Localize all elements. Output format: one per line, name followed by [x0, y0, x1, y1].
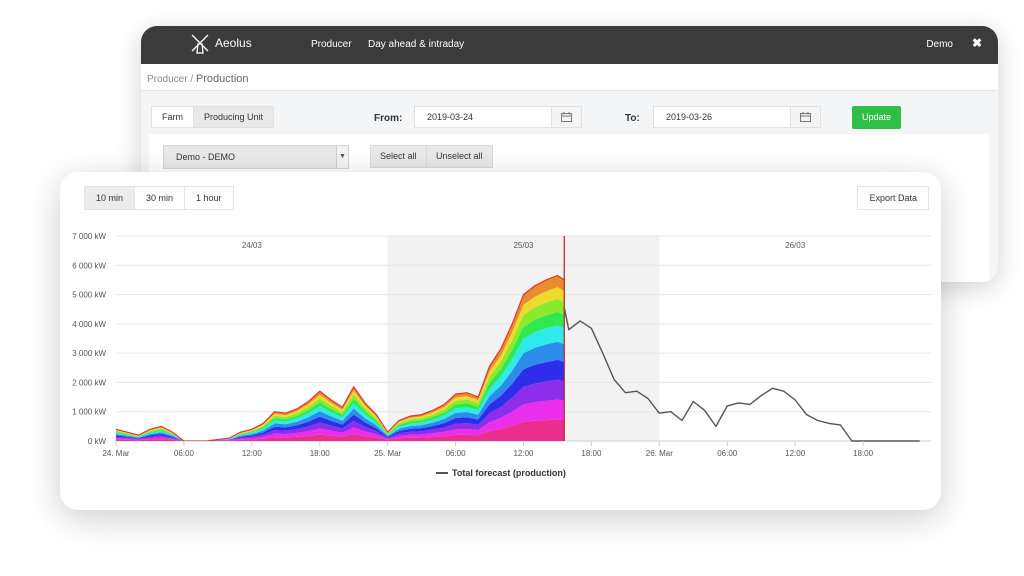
to-date-value: 2019-03-26: [666, 112, 713, 122]
x-tick-label: 12:00: [513, 449, 534, 458]
tab-producing-unit[interactable]: Producing Unit: [194, 107, 274, 127]
y-tick-label: 3 000 kW: [72, 349, 106, 358]
y-tick-label: 5 000 kW: [72, 291, 106, 300]
to-date-input[interactable]: 2019-03-26: [653, 106, 821, 128]
view-toggle: Farm Producing Unit: [151, 106, 275, 128]
from-date-value: 2019-03-24: [427, 112, 474, 122]
day-label: 24/03: [242, 241, 263, 250]
legend-item-total-forecast[interactable]: Total forecast (production): [452, 468, 566, 478]
x-tick-label: 06:00: [717, 449, 738, 458]
top-nav: Aeolus Producer Day ahead & intraday Dem…: [141, 26, 998, 64]
y-tick-label: 1 000 kW: [72, 408, 106, 417]
unselect-all-button[interactable]: Unselect all: [426, 145, 493, 168]
x-tick-label: 24. Mar: [102, 449, 129, 458]
y-tick-label: 0 kW: [88, 437, 107, 446]
unit-select[interactable]: Demo - DEMO ▼: [163, 145, 349, 169]
day-label: 26/03: [785, 241, 806, 250]
y-tick-label: 2 000 kW: [72, 378, 106, 387]
update-button[interactable]: Update: [852, 106, 901, 129]
breadcrumb: Producer / Production: [147, 73, 249, 85]
chevron-down-icon[interactable]: ▼: [336, 146, 348, 168]
x-tick-label: 18:00: [310, 449, 331, 458]
x-tick-label: 12:00: [242, 449, 263, 458]
breadcrumb-parent[interactable]: Producer: [147, 74, 188, 85]
calendar-icon[interactable]: [790, 107, 820, 127]
y-tick-label: 4 000 kW: [72, 320, 106, 329]
x-tick-label: 12:00: [785, 449, 806, 458]
x-tick-label: 18:00: [581, 449, 602, 458]
x-tick-label: 06:00: [446, 449, 467, 458]
x-tick-label: 06:00: [174, 449, 195, 458]
app-logo[interactable]: Aeolus: [189, 32, 252, 54]
close-icon[interactable]: ✖: [972, 36, 982, 50]
app-name: Aeolus: [215, 36, 252, 50]
calendar-icon[interactable]: [551, 107, 581, 127]
chart-card: 10 min 30 min 1 hour Export Data 24/03 25…: [60, 172, 941, 510]
tab-farm[interactable]: Farm: [152, 107, 194, 127]
x-tick-label: 18:00: [853, 449, 874, 458]
nav-producer[interactable]: Producer: [311, 39, 352, 50]
y-tick-label: 6 000 kW: [72, 261, 106, 270]
to-label: To:: [625, 113, 640, 124]
nav-day-ahead[interactable]: Day ahead & intraday: [368, 39, 464, 50]
from-date-input[interactable]: 2019-03-24: [414, 106, 582, 128]
x-tick-label: 26. Mar: [646, 449, 673, 458]
production-chart: 24/03 25/03 26/03 0 kW 1 000 kW 2 000 kW 3 00…: [72, 232, 931, 478]
unit-select-value: Demo - DEMO: [176, 152, 236, 162]
y-tick-label: 7 000 kW: [72, 232, 106, 241]
user-menu[interactable]: Demo: [926, 39, 953, 50]
select-all-button[interactable]: Select all: [370, 145, 427, 168]
windmill-icon: [191, 34, 209, 54]
breadcrumb-separator: /: [190, 74, 194, 85]
day-label: 25/03: [513, 241, 534, 250]
x-tick-label: 25. Mar: [374, 449, 401, 458]
breadcrumb-current: Production: [195, 73, 249, 85]
from-label: From:: [374, 113, 403, 124]
